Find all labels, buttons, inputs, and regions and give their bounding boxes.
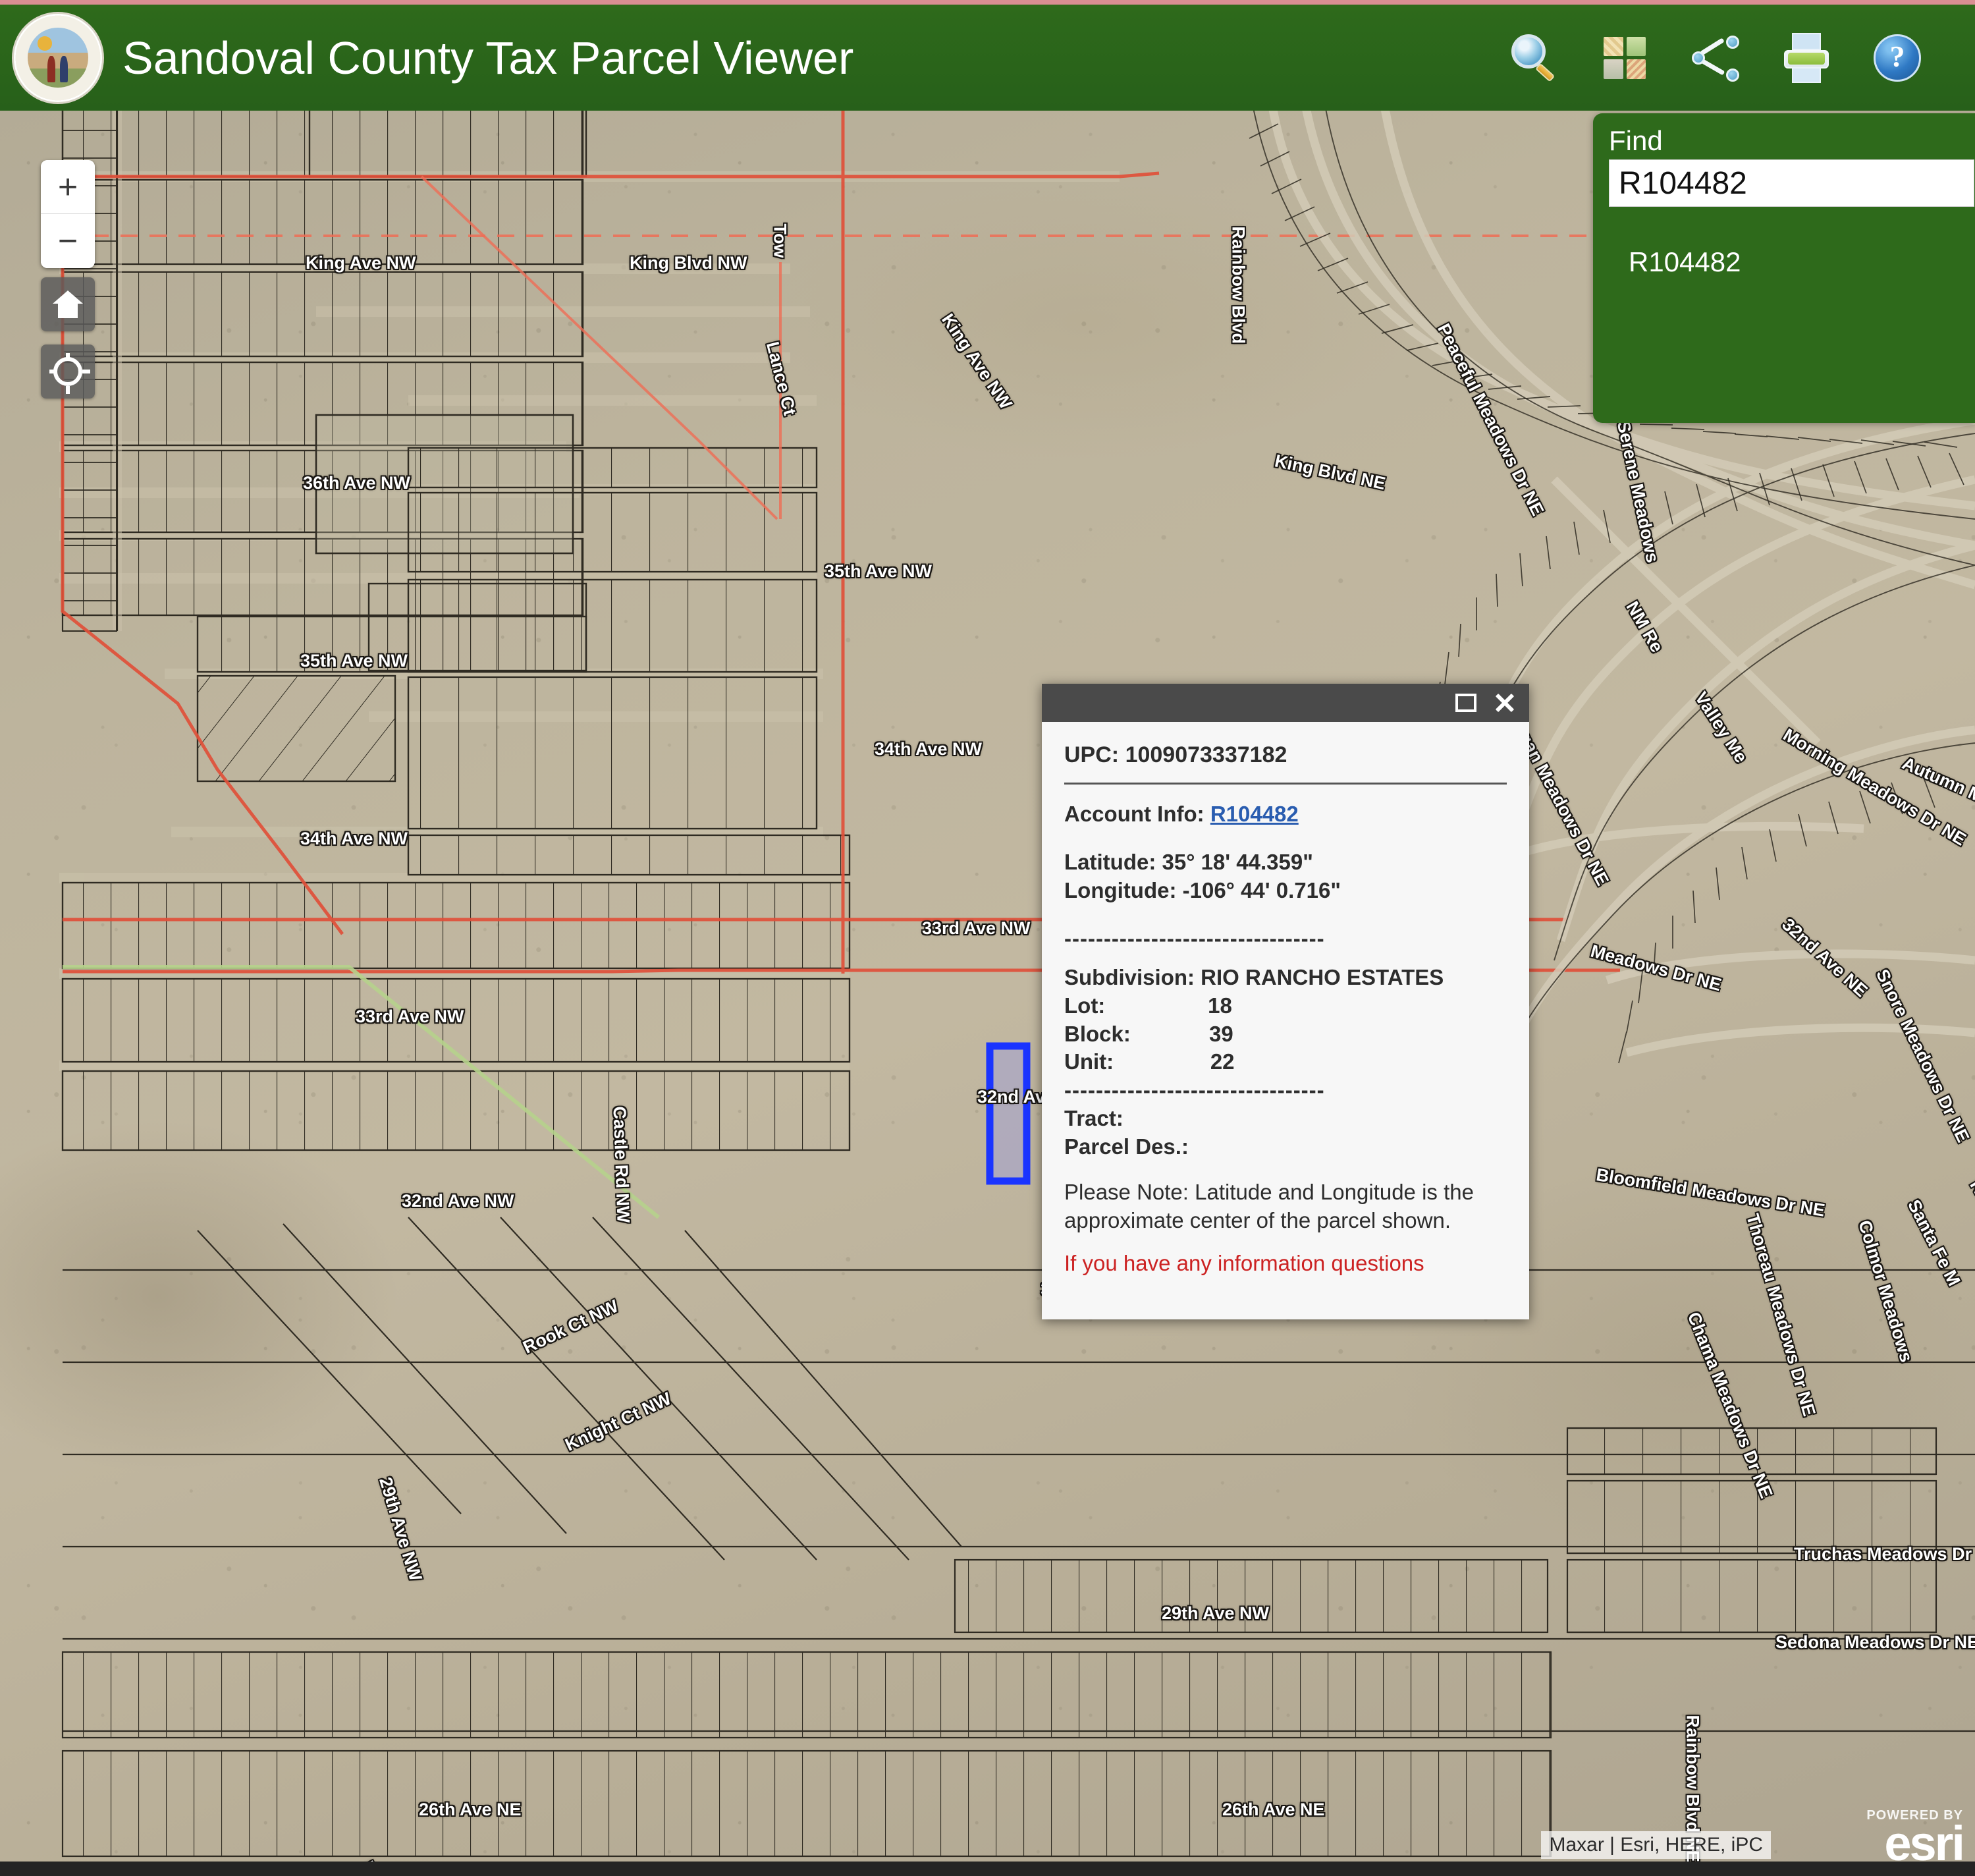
popup-divider <box>1064 783 1507 785</box>
longitude-label: Longitude: <box>1064 877 1177 902</box>
esri-logo: POWERED BY esri <box>1866 1808 1965 1871</box>
subdivision-label: Subdivision: <box>1064 964 1195 989</box>
account-info-row: Account Info: R104482 <box>1064 800 1507 829</box>
zoom-out-button[interactable]: − <box>41 214 95 268</box>
map-attribution: Maxar | Esri, HERE, iPC <box>1541 1831 1771 1859</box>
account-info-link[interactable]: R104482 <box>1210 802 1299 826</box>
dash-divider-1: --------------------------------- <box>1064 925 1325 951</box>
app-header: Sandoval County Tax Parcel Viewer ? <box>0 0 1975 111</box>
zoom-controls[interactable]: + − <box>41 160 95 268</box>
popup-note: Please Note: Latitude and Longitude is t… <box>1064 1179 1474 1232</box>
zoom-in-button[interactable]: + <box>41 160 95 214</box>
close-button[interactable] <box>1494 692 1516 714</box>
find-result-item[interactable]: R104482 <box>1609 246 1975 278</box>
print-icon[interactable] <box>1781 32 1831 83</box>
header-toolbar: ? <box>1509 32 1975 83</box>
longitude-row: Longitude: -106° 44' 0.716" <box>1064 877 1507 905</box>
longitude-value: -106° 44' 0.716" <box>1182 877 1341 902</box>
find-panel: Find R104482 <box>1593 113 1975 423</box>
popup-titlebar <box>1042 684 1529 722</box>
page-title: Sandoval County Tax Parcel Viewer <box>122 32 854 84</box>
subdivision-row: Subdivision: RIO RANCHO ESTATES <box>1064 964 1507 992</box>
block-row: Block: 39 <box>1064 1021 1233 1046</box>
dash-divider-2: --------------------------------- <box>1064 1078 1325 1103</box>
popup-pointer <box>1042 920 1043 975</box>
home-icon <box>53 290 83 318</box>
upc-value: 1009073337182 <box>1125 742 1287 767</box>
unit-row: Unit: 22 <box>1064 1049 1235 1074</box>
latitude-row: Latitude: 35° 18' 44.359" <box>1064 848 1507 877</box>
lot-row: Lot: 18 <box>1064 993 1232 1018</box>
basemap-gallery-icon[interactable] <box>1600 33 1650 83</box>
help-icon[interactable]: ? <box>1872 33 1922 83</box>
latitude-value: 35° 18' 44.359" <box>1162 850 1313 875</box>
close-icon <box>1494 692 1516 714</box>
sandoval-county-seal-icon <box>12 11 104 104</box>
search-input[interactable] <box>1609 159 1974 207</box>
popup-clipped-text: If you have any information questions <box>1064 1250 1424 1275</box>
search-icon[interactable] <box>1509 33 1559 83</box>
parcel-info-popup: UPC: 1009073337182 Account Info: R104482… <box>1042 684 1529 1319</box>
locate-button[interactable] <box>41 345 95 399</box>
home-button[interactable] <box>41 277 95 331</box>
map-bottom-edge <box>0 1862 1975 1876</box>
upc-row: UPC: 1009073337182 <box>1064 740 1507 769</box>
find-panel-title: Find <box>1609 125 1663 156</box>
subdivision-value: RIO RANCHO ESTATES <box>1201 964 1444 989</box>
popup-content: UPC: 1009073337182 Account Info: R104482… <box>1042 722 1529 1319</box>
account-info-label: Account Info: <box>1064 802 1204 827</box>
parcel-description-row: Parcel Des.: <box>1064 1134 1189 1159</box>
find-results-list: R104482 <box>1609 246 1975 278</box>
tax-parcel-viewer-app: Sandoval County Tax Parcel Viewer ? King… <box>0 0 1975 1876</box>
latitude-label: Latitude: <box>1064 850 1156 875</box>
locate-icon <box>49 353 82 386</box>
maximize-icon <box>1455 694 1476 712</box>
maximize-button[interactable] <box>1455 694 1476 712</box>
selected-parcel-highlight <box>986 1042 1031 1185</box>
share-icon[interactable] <box>1691 33 1741 83</box>
tract-row: Tract: <box>1064 1106 1123 1131</box>
upc-label: UPC: <box>1064 742 1120 767</box>
